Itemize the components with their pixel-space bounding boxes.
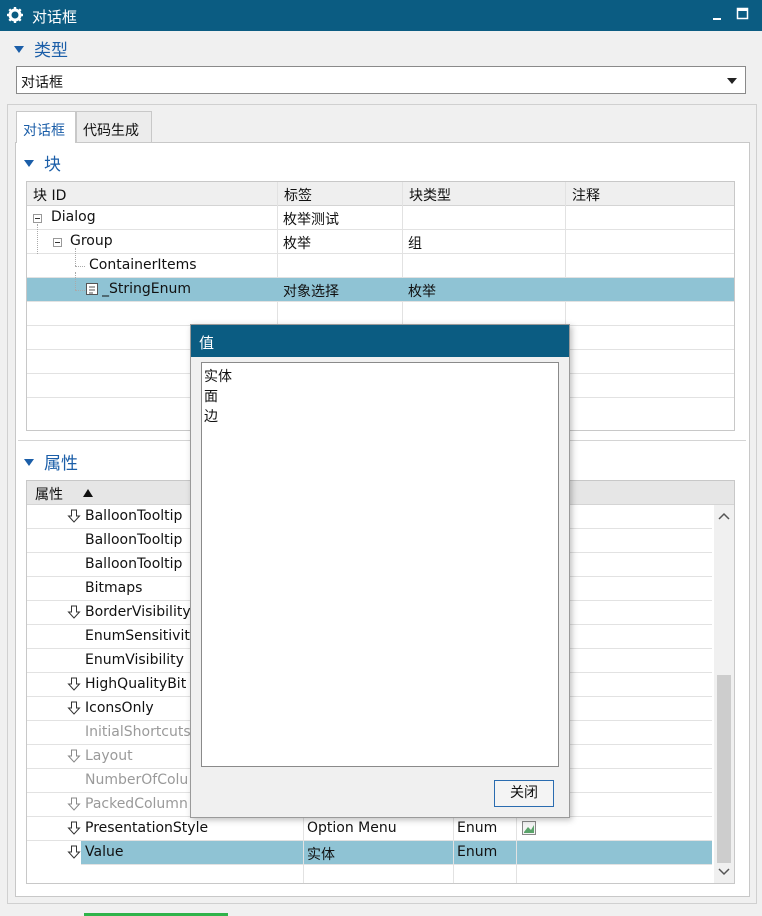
block-label: 对象选择 bbox=[283, 284, 339, 300]
property-name: Value bbox=[85, 844, 124, 860]
column-header-comment[interactable]: 注释 bbox=[572, 182, 600, 206]
close-button[interactable]: 关闭 bbox=[494, 780, 554, 807]
table-row[interactable]: ContainerItems bbox=[27, 248, 734, 278]
properties-section-header[interactable]: 属性 bbox=[24, 449, 78, 474]
property-value[interactable]: Option Menu bbox=[307, 817, 397, 841]
list-item[interactable]: 面 bbox=[204, 387, 556, 407]
down-arrow-icon bbox=[67, 845, 81, 859]
down-arrow-icon bbox=[67, 821, 81, 835]
title-bar: 对话框 bbox=[0, 0, 762, 31]
properties-section-label: 属性 bbox=[44, 454, 78, 474]
scroll-up-icon[interactable] bbox=[718, 511, 730, 523]
property-kind: Enum bbox=[457, 844, 498, 860]
table-header: 块 ID 标签 块类型 注释 bbox=[27, 182, 734, 206]
column-header-block-id[interactable]: 块 ID bbox=[33, 182, 66, 206]
collapse-icon[interactable] bbox=[33, 214, 42, 223]
value-dialog: 值 实体 面 边 关闭 bbox=[190, 324, 570, 818]
vertical-scrollbar[interactable] bbox=[714, 505, 734, 883]
block-section-label: 块 bbox=[44, 155, 61, 175]
collapse-triangle-icon bbox=[24, 459, 34, 466]
down-arrow-icon bbox=[67, 701, 81, 715]
scrollbar-thumb[interactable] bbox=[717, 675, 731, 863]
collapse-icon[interactable] bbox=[53, 238, 62, 247]
enum-block-icon bbox=[86, 283, 98, 295]
value-list[interactable]: 实体 面 边 bbox=[201, 362, 559, 767]
block-type: 枚举 bbox=[408, 284, 436, 300]
down-arrow-icon bbox=[67, 509, 81, 523]
table-row[interactable]: Dialog 枚举测试 bbox=[27, 206, 734, 230]
down-arrow-icon bbox=[67, 797, 81, 811]
property-value[interactable]: 实体 bbox=[307, 841, 335, 865]
type-combo[interactable]: 对话框 bbox=[16, 66, 746, 94]
block-id: Group bbox=[70, 233, 113, 249]
tab-dialog[interactable]: 对话框 bbox=[16, 111, 76, 143]
block-id: ContainerItems bbox=[89, 257, 197, 273]
type-combo-value: 对话框 bbox=[21, 75, 63, 91]
maximize-icon[interactable] bbox=[736, 7, 750, 21]
dialog-title: 值 bbox=[191, 325, 569, 357]
list-item[interactable]: 边 bbox=[204, 407, 556, 427]
block-label: 枚举 bbox=[283, 236, 311, 252]
image-preview-icon[interactable] bbox=[521, 820, 537, 836]
down-arrow-icon bbox=[67, 605, 81, 619]
column-header-block-type[interactable]: 块类型 bbox=[409, 182, 451, 206]
property-name: PresentationStyle bbox=[85, 820, 209, 836]
down-arrow-icon bbox=[67, 749, 81, 763]
minimize-icon[interactable] bbox=[711, 8, 725, 22]
column-header-property[interactable]: 属性 bbox=[35, 481, 63, 505]
sort-ascending-icon[interactable] bbox=[83, 489, 93, 497]
block-id: Dialog bbox=[51, 209, 96, 225]
dropdown-arrow-icon bbox=[727, 78, 737, 84]
block-section-header[interactable]: 块 bbox=[24, 150, 61, 175]
type-section-label: 类型 bbox=[34, 41, 68, 61]
table-row[interactable]: PresentationStyle Option Menu Enum bbox=[27, 817, 712, 841]
down-arrow-icon bbox=[67, 677, 81, 691]
block-label: 枚举测试 bbox=[283, 212, 339, 228]
tab-code-generation[interactable]: 代码生成 bbox=[76, 111, 152, 143]
list-item[interactable]: 实体 bbox=[204, 367, 556, 387]
gear-icon[interactable] bbox=[6, 6, 24, 24]
table-row bbox=[27, 302, 734, 326]
type-section-header[interactable]: 类型 bbox=[14, 36, 68, 61]
column-header-label[interactable]: 标签 bbox=[284, 182, 312, 206]
table-row-selected[interactable]: Value 实体 Enum bbox=[67, 841, 712, 865]
property-kind: Enum bbox=[457, 820, 498, 836]
collapse-triangle-icon bbox=[14, 46, 24, 53]
block-id: _StringEnum bbox=[102, 281, 192, 297]
table-row[interactable]: Group 枚举 组 bbox=[27, 224, 734, 254]
block-type: 组 bbox=[408, 236, 422, 252]
table-row-selected[interactable]: _StringEnum 对象选择 枚举 bbox=[27, 272, 734, 302]
collapse-triangle-icon bbox=[24, 160, 34, 167]
scroll-down-icon[interactable] bbox=[718, 865, 730, 877]
window-title: 对话框 bbox=[32, 8, 78, 26]
